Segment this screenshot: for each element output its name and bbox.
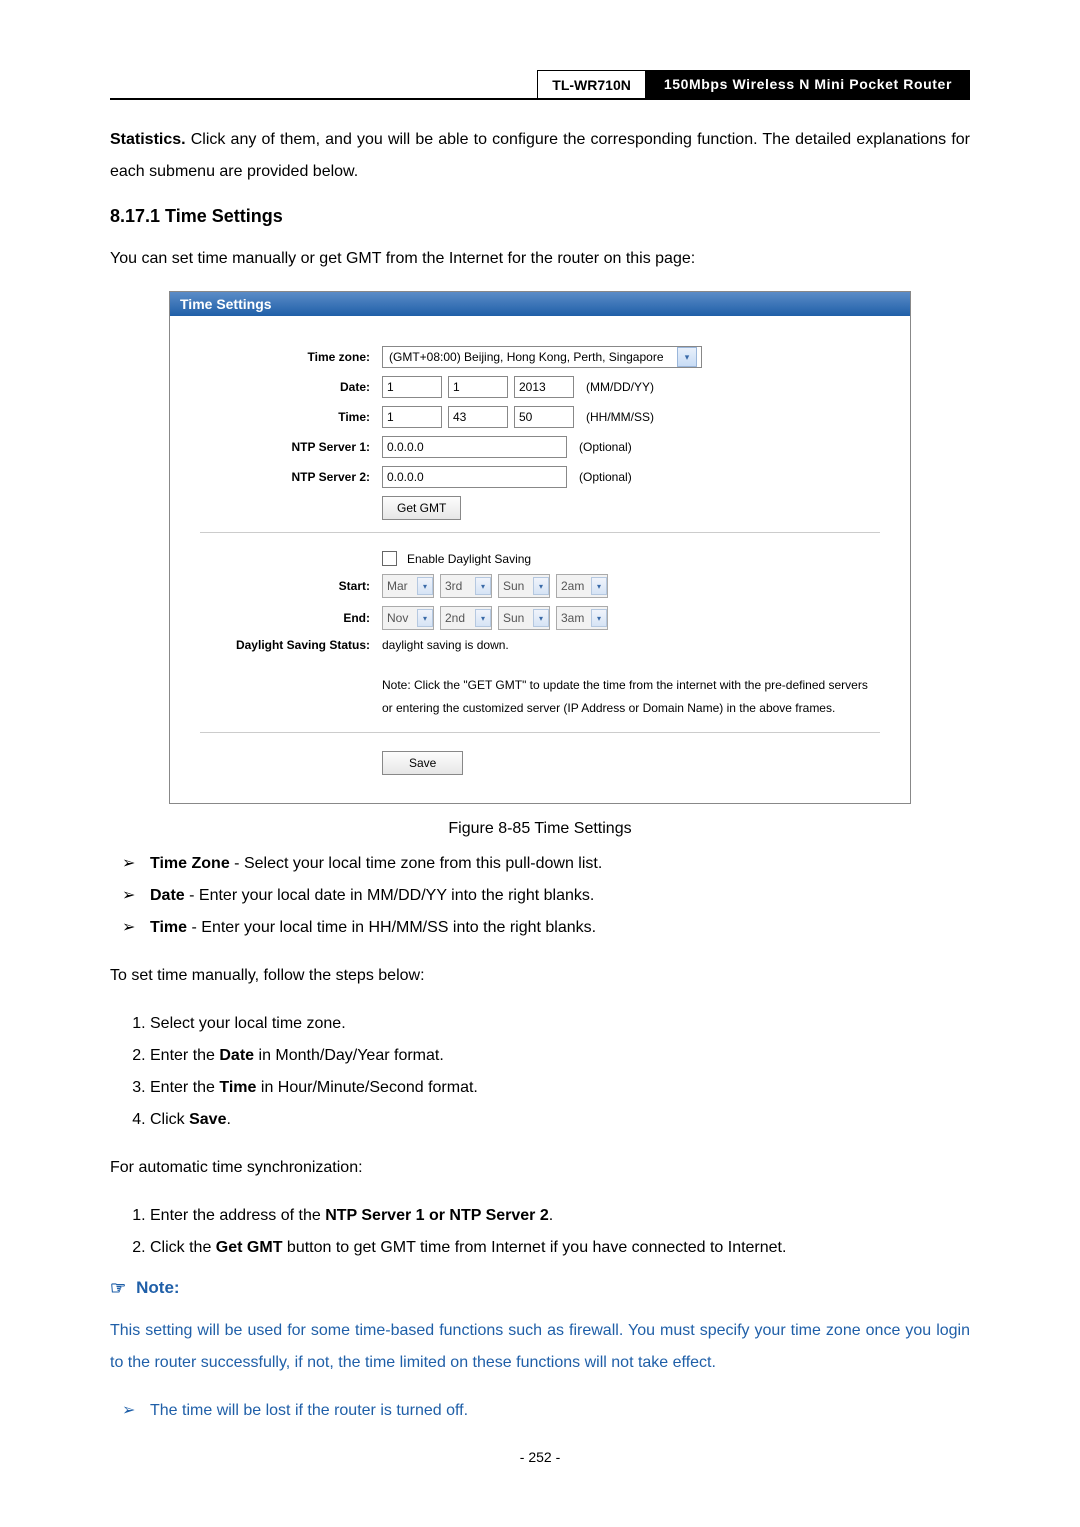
screenshot-note: Note: Click the "GET GMT" to update the … (382, 674, 890, 720)
get-gmt-button[interactable]: Get GMT (382, 496, 461, 520)
chevron-down-icon: ▾ (475, 577, 491, 595)
list-item: Enter the Time in Hour/Minute/Second for… (150, 1072, 970, 1104)
start-week-select[interactable]: 3rd▾ (440, 574, 492, 598)
pointer-icon: ☞ (110, 1278, 126, 1299)
doc-header: TL-WR710N 150Mbps Wireless N Mini Pocket… (110, 70, 970, 100)
ntp1-input[interactable] (382, 436, 567, 458)
manual-intro: To set time manually, follow the steps b… (110, 960, 970, 992)
label-end: End: (180, 611, 382, 625)
time-settings-screenshot: Time Settings Time zone: (GMT+08:00) Bei… (169, 291, 911, 804)
list-item: Time Zone - Select your local time zone … (150, 848, 970, 880)
chevron-down-icon: ▾ (677, 347, 697, 367)
field-descriptions: Time Zone - Select your local time zone … (110, 848, 970, 944)
label-timezone: Time zone: (180, 350, 382, 364)
list-item: Time - Enter your local time in HH/MM/SS… (150, 912, 970, 944)
ntp2-hint: (Optional) (579, 470, 632, 484)
manual-steps: Select your local time zone. Enter the D… (110, 1008, 970, 1136)
ds-status-text: daylight saving is down. (382, 638, 509, 652)
end-day-select[interactable]: Sun▾ (498, 606, 550, 630)
start-month-select[interactable]: Mar▾ (382, 574, 434, 598)
chevron-down-icon: ▾ (591, 609, 607, 627)
chevron-down-icon: ▾ (417, 609, 433, 627)
date-month-input[interactable] (382, 376, 442, 398)
note-body: This setting will be used for some time-… (110, 1315, 970, 1379)
start-day-select[interactable]: Sun▾ (498, 574, 550, 598)
section-heading: 8.17.1 Time Settings (110, 206, 970, 227)
label-ntp2: NTP Server 2: (180, 470, 382, 484)
enable-ds-label: Enable Daylight Saving (407, 552, 531, 566)
section-intro: You can set time manually or get GMT fro… (110, 243, 970, 275)
auto-steps: Enter the address of the NTP Server 1 or… (110, 1200, 970, 1264)
save-button[interactable]: Save (382, 751, 463, 775)
chevron-down-icon: ▾ (417, 577, 433, 595)
panel-title: Time Settings (170, 292, 910, 316)
label-date: Date: (180, 380, 382, 394)
label-ds-status: Daylight Saving Status: (180, 638, 382, 652)
end-hour-select[interactable]: 3am▾ (556, 606, 608, 630)
end-month-select[interactable]: Nov▾ (382, 606, 434, 630)
list-item: Enter the Date in Month/Day/Year format. (150, 1040, 970, 1072)
timezone-select[interactable]: (GMT+08:00) Beijing, Hong Kong, Perth, S… (382, 346, 702, 368)
list-item: Date - Enter your local date in MM/DD/YY… (150, 880, 970, 912)
chevron-down-icon: ▾ (475, 609, 491, 627)
label-ntp1: NTP Server 1: (180, 440, 382, 454)
page-number: - 252 - (110, 1449, 970, 1465)
date-day-input[interactable] (448, 376, 508, 398)
list-item: Click the Get GMT button to get GMT time… (150, 1232, 970, 1264)
time-sec-input[interactable] (514, 406, 574, 428)
auto-intro: For automatic time synchronization: (110, 1152, 970, 1184)
ntp1-hint: (Optional) (579, 440, 632, 454)
note-bullets: The time will be lost if the router is t… (110, 1395, 970, 1427)
chevron-down-icon: ▾ (591, 577, 607, 595)
label-start: Start: (180, 579, 382, 593)
time-hour-input[interactable] (382, 406, 442, 428)
date-year-input[interactable] (514, 376, 574, 398)
divider (200, 732, 880, 733)
intro-paragraph: Statistics. Click any of them, and you w… (110, 124, 970, 188)
time-hint: (HH/MM/SS) (586, 410, 654, 424)
note-heading: ☞ Note: (110, 1278, 970, 1299)
list-item: Enter the address of the NTP Server 1 or… (150, 1200, 970, 1232)
end-week-select[interactable]: 2nd▾ (440, 606, 492, 630)
list-item: Click Save. (150, 1104, 970, 1136)
ntp2-input[interactable] (382, 466, 567, 488)
time-min-input[interactable] (448, 406, 508, 428)
enable-ds-checkbox[interactable] (382, 551, 397, 566)
list-item: The time will be lost if the router is t… (150, 1395, 970, 1427)
divider (200, 532, 880, 533)
date-hint: (MM/DD/YY) (586, 380, 654, 394)
start-hour-select[interactable]: 2am▾ (556, 574, 608, 598)
chevron-down-icon: ▾ (533, 577, 549, 595)
figure-caption: Figure 8-85 Time Settings (110, 820, 970, 838)
chevron-down-icon: ▾ (533, 609, 549, 627)
model-code: TL-WR710N (537, 70, 646, 98)
label-time: Time: (180, 410, 382, 424)
list-item: Select your local time zone. (150, 1008, 970, 1040)
product-title: 150Mbps Wireless N Mini Pocket Router (646, 70, 970, 98)
